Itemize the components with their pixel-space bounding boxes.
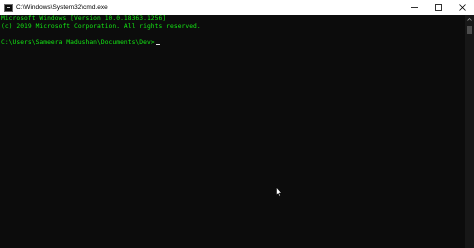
maximize-icon bbox=[434, 4, 442, 11]
close-button[interactable] bbox=[450, 0, 474, 15]
scroll-up-arrow-icon bbox=[467, 18, 472, 21]
minimize-button[interactable] bbox=[402, 0, 426, 15]
command-prompt-line[interactable]: C:\Users\Sameera Madushan\Documents\Dev> bbox=[1, 39, 160, 47]
cmd-window: C:\Windows\System32\cmd.exe Microsoft Wi… bbox=[0, 0, 474, 248]
scroll-up-button[interactable] bbox=[465, 15, 474, 24]
console-app-icon[interactable] bbox=[4, 3, 13, 12]
window-controls bbox=[402, 0, 474, 15]
scroll-thumb[interactable] bbox=[467, 26, 472, 34]
maximize-button[interactable] bbox=[426, 0, 450, 15]
prompt-text: C:\Users\Sameera Madushan\Documents\Dev> bbox=[1, 39, 155, 46]
title-bar[interactable]: C:\Windows\System32\cmd.exe bbox=[0, 0, 474, 15]
console-output[interactable]: Microsoft Windows [Version 10.0.18363.12… bbox=[0, 15, 465, 248]
window-title: C:\Windows\System32\cmd.exe bbox=[16, 4, 108, 11]
vertical-scrollbar[interactable] bbox=[465, 15, 474, 248]
console-line-version: Microsoft Windows [Version 10.0.18363.12… bbox=[1, 15, 167, 22]
minimize-icon bbox=[410, 7, 418, 8]
close-icon bbox=[458, 4, 466, 11]
mouse-pointer-icon bbox=[276, 187, 282, 197]
text-cursor bbox=[155, 43, 160, 45]
console-line-copyright: (c) 2019 Microsoft Corporation. All righ… bbox=[1, 23, 201, 30]
